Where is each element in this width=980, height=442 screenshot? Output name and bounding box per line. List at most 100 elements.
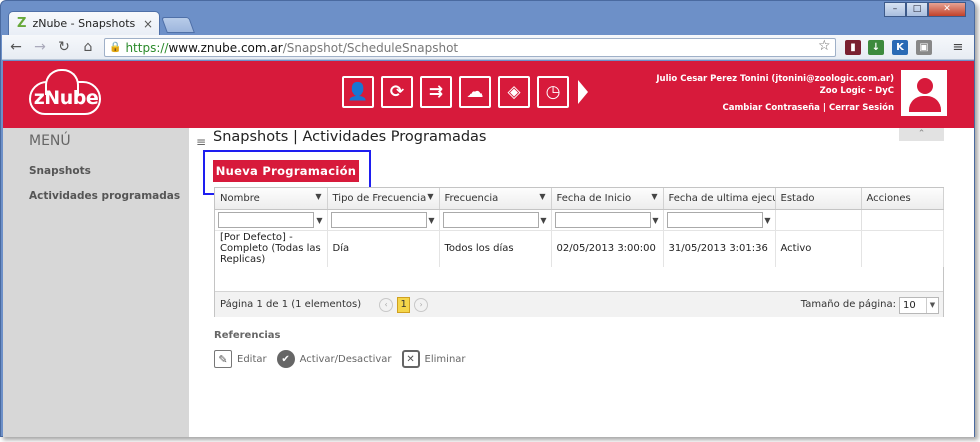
cell-start-date: 02/05/2013 3:00:00 [551, 230, 664, 267]
browser-window: Z zNube - Snapshots × – □ ✕ ← → ↻ ⌂ 🔒 ht… [0, 0, 975, 437]
reference-label: Activar/Desactivar [299, 353, 392, 365]
cell-frequency: Todos los días [439, 230, 552, 267]
znube-favicon-icon: Z [17, 16, 27, 31]
new-schedule-button[interactable]: Nueva Programación [213, 160, 359, 182]
edit-icon: ✎ [214, 350, 232, 368]
page-size-value: 10 [903, 300, 916, 311]
minimize-button[interactable]: – [884, 2, 906, 17]
window-controls: – □ ✕ [884, 2, 966, 17]
back-arrow-icon[interactable]: ← [6, 39, 26, 55]
sidebar-item-snapshots[interactable]: Snapshots [29, 165, 91, 177]
address-bar[interactable]: 🔒 https:// www.znube.com.ar /Snapshot/Sc… [104, 38, 836, 57]
column-header-actions: Acciones [861, 188, 944, 210]
collapse-button[interactable]: ⌃ [899, 128, 944, 141]
bookmark-star-icon[interactable]: ☆ [818, 38, 831, 54]
next-arrow-icon[interactable] [578, 80, 588, 104]
cell-frequency-type: Día [327, 230, 440, 267]
tab-close-icon[interactable]: × [143, 17, 153, 31]
cloud-settings-icon[interactable]: ☁ [459, 76, 491, 108]
next-page-icon[interactable]: › [414, 297, 429, 312]
clock-icon[interactable]: ◷ [537, 76, 569, 108]
logout-link[interactable]: Cerrar Sesión [829, 103, 894, 113]
browser-menu-icon[interactable]: ≡ [950, 40, 966, 55]
filter-icon[interactable]: ▼ [652, 216, 658, 225]
column-header-frequency-type[interactable]: Tipo de Frecuencia ▼ [327, 188, 440, 210]
filter-input-frequency-type[interactable] [330, 211, 427, 228]
table-row[interactable]: [Por Defecto] - Completo (Todas las Repl… [215, 230, 944, 267]
company-name: Zoo Logic - DyC [819, 86, 894, 96]
extension-k-icon[interactable]: K [892, 40, 908, 55]
reference-edit: ✎ Editar [214, 350, 267, 368]
url-host: www.znube.com.ar [168, 40, 283, 55]
header-nav-icons: 👤 ⟳ ⇉ ☁ ◈ ◷ [342, 76, 588, 108]
menu-title: MENÚ [29, 133, 71, 149]
reference-toggle: ✔ Activar/Desactivar [276, 350, 392, 368]
maximize-button[interactable]: □ [906, 2, 928, 17]
filter-icon[interactable]: ▼ [316, 216, 322, 225]
reference-delete: ✕ Eliminar [401, 350, 466, 368]
page-number-button[interactable]: 1 [397, 296, 411, 313]
filter-icon[interactable]: ▼ [540, 216, 546, 225]
sync-icon[interactable]: ⟳ [381, 76, 413, 108]
app-header: zNube 👤 ⟳ ⇉ ☁ ◈ ◷ Julio Cesar Perez Toni… [3, 61, 974, 128]
prev-page-icon[interactable]: ‹ [379, 297, 394, 312]
reference-label: Eliminar [424, 353, 466, 365]
filter-icon[interactable]: ▼ [427, 192, 433, 201]
filter-input-start-date[interactable] [554, 211, 651, 228]
cell-last-run: 31/05/2013 3:01:36 [663, 230, 776, 267]
url-path: /Snapshot/ScheduleSnapshot [282, 40, 459, 55]
browser-toolbar: ← → ↻ ⌂ 🔒 https:// www.znube.com.ar /Sna… [2, 35, 974, 60]
box-icon[interactable]: ◈ [498, 76, 530, 108]
browser-tab[interactable]: Z zNube - Snapshots × [8, 11, 160, 35]
toggle-check-icon: ✔ [276, 350, 295, 368]
references-title: Referencias [214, 330, 281, 341]
avatar[interactable] [901, 70, 947, 116]
filter-input-name[interactable] [218, 211, 314, 228]
title-bar: Z zNube - Snapshots × – □ ✕ [1, 1, 974, 35]
filter-input-last-run[interactable] [666, 211, 763, 228]
filter-icon[interactable]: ▼ [539, 192, 545, 201]
user-info: Julio Cesar Perez Tonini (jtonini@zoolog… [656, 73, 894, 114]
column-header-name[interactable]: Nombre ▼ [215, 188, 328, 210]
user-links: Cambiar Contraseña | Cerrar Sesión [656, 102, 894, 114]
url-scheme: https:// [125, 40, 169, 55]
filter-input-frequency[interactable] [442, 211, 539, 228]
home-icon[interactable]: ⌂ [78, 39, 98, 55]
delete-icon: ✕ [401, 350, 420, 368]
column-header-status[interactable]: Estado [775, 188, 862, 210]
hamburger-icon[interactable]: ≡ [196, 135, 206, 149]
user-settings-icon[interactable]: 👤 [342, 76, 374, 108]
main-content: ≡ Snapshots | Actividades Programadas ⌃ … [189, 128, 974, 437]
reference-label: Editar [237, 353, 267, 365]
filter-icon[interactable]: ▼ [651, 192, 657, 201]
znube-logo[interactable]: zNube [27, 69, 107, 117]
extension-3-icon[interactable]: ▣ [916, 40, 932, 55]
chevron-down-icon: ▼ [926, 298, 938, 313]
reload-icon[interactable]: ↻ [54, 39, 74, 55]
forward-arrow-icon[interactable]: → [30, 39, 50, 55]
page-title: Snapshots | Actividades Programadas [213, 129, 487, 145]
extension-1-icon[interactable]: ▮ [845, 40, 861, 55]
link-separator: | [822, 103, 826, 113]
avatar-body-icon [909, 96, 941, 112]
page-size-select[interactable]: 10 ▼ [899, 297, 939, 314]
column-header-start-date[interactable]: Fecha de Inicio ▼ [551, 188, 664, 210]
tab-title: zNube - Snapshots [32, 17, 136, 30]
transfer-icon[interactable]: ⇉ [420, 76, 452, 108]
avatar-head-icon [917, 78, 933, 94]
new-tab-button[interactable] [161, 17, 195, 33]
filter-icon[interactable]: ▼ [315, 192, 321, 201]
extension-2-icon[interactable]: ↓ [868, 40, 884, 55]
page-size-label: Tamaño de página: [800, 299, 896, 310]
column-header-last-run[interactable]: Fecha de ultima ejecución [663, 188, 776, 210]
sidebar-item-scheduled-activities[interactable]: Actividades programadas [29, 190, 180, 202]
close-window-button[interactable]: ✕ [928, 2, 966, 17]
change-password-link[interactable]: Cambiar Contraseña [722, 103, 819, 113]
references-list: ✎ Editar ✔ Activar/Desactivar ✕ Eliminar [214, 350, 476, 368]
filter-icon[interactable]: ▼ [428, 216, 434, 225]
references: Referencias ✎ Editar ✔ Activar/Desactiva… [214, 330, 466, 368]
user-name: Julio Cesar Perez Tonini (jtonini@zoolog… [656, 74, 894, 84]
schedules-grid: Nombre ▼ Tipo de Frecuencia ▼ Frecuencia ▼ … [214, 187, 944, 317]
filter-icon[interactable]: ▼ [764, 216, 770, 225]
column-header-frequency[interactable]: Frecuencia ▼ [439, 188, 552, 210]
